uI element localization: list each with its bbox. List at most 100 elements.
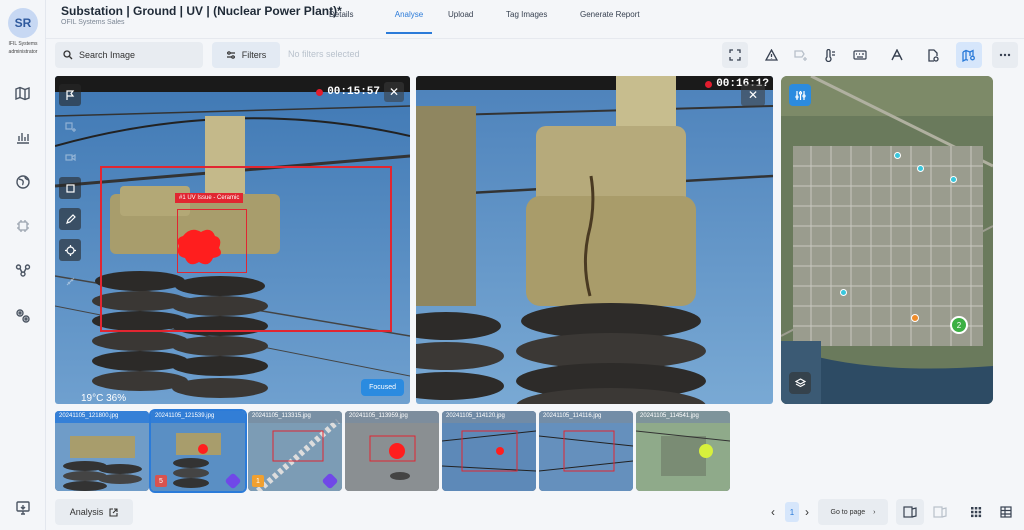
search-input[interactable]: Search Image — [55, 42, 203, 68]
thumbnail-selected[interactable]: 20241105_121539.jpg 5 — [149, 409, 247, 493]
compare-view-button[interactable] — [896, 499, 924, 525]
tool-rectangle-button[interactable] — [59, 177, 81, 199]
rectangle-icon — [65, 183, 75, 193]
single-view-button[interactable] — [926, 499, 954, 525]
adjust-icon — [794, 90, 806, 100]
go-to-page-button[interactable]: Go to page › — [818, 499, 888, 525]
thumbnail-image — [539, 411, 633, 491]
document-settings-icon — [928, 48, 939, 62]
site-map[interactable]: 2 — [781, 76, 993, 404]
thumbnail[interactable]: 20241105_114116.jpg — [539, 411, 633, 491]
thumbnail[interactable]: 20241105_113315.jpg 1 — [248, 411, 342, 491]
map-layers-button[interactable] — [789, 372, 811, 394]
chevron-right-icon: › — [873, 508, 876, 516]
tab-upload[interactable]: Upload — [448, 10, 473, 34]
fullscreen-button[interactable] — [722, 42, 748, 68]
left-image-viewer[interactable]: #1 UV Issue - Ceramic 00:15:57 ✕ Focused… — [55, 76, 410, 404]
thumbnail-name: 20241105_114120.jpg — [442, 411, 536, 423]
expand-icon — [729, 49, 741, 61]
weather-readout: 19°C 36% — [81, 393, 127, 404]
map-view-button[interactable] — [956, 42, 982, 68]
thumbnail[interactable]: 20241105_114541.jpg — [636, 411, 730, 491]
thumbnail[interactable]: 20241105_121800.jpg — [55, 411, 149, 491]
close-icon: ✕ — [747, 88, 759, 102]
external-link-icon — [109, 507, 118, 517]
document-button[interactable] — [920, 42, 946, 68]
next-page-button[interactable]: › — [805, 505, 809, 519]
map-marker[interactable] — [950, 176, 957, 183]
analysis-button[interactable]: Analysis — [55, 499, 133, 525]
org-name: IFIL Systems — [8, 41, 38, 47]
thumbnail[interactable]: 20241105_114120.jpg — [442, 411, 536, 491]
thermometer-icon — [825, 48, 835, 62]
page-subtitle: OFIL Systems Sales — [61, 19, 125, 26]
add-tag-icon — [794, 50, 807, 61]
settings-icon[interactable] — [13, 306, 33, 326]
grid-view-button[interactable] — [962, 499, 990, 525]
thumbnail-name: 20241105_121539.jpg — [151, 411, 245, 423]
tool-pencil-button[interactable] — [59, 208, 81, 230]
map-marker[interactable] — [840, 289, 847, 296]
right-image-viewer[interactable]: 00:16:1? ✕ — [416, 76, 773, 404]
tab-tag-images[interactable]: Tag Images — [506, 10, 547, 34]
add-tag-button[interactable] — [788, 42, 814, 68]
detection-box-focus[interactable] — [177, 209, 247, 273]
keyboard-icon — [853, 50, 867, 60]
table-view-button[interactable] — [992, 499, 1020, 525]
prev-page-button[interactable]: ‹ — [771, 505, 775, 519]
temperature-button[interactable] — [817, 42, 843, 68]
tab-generate-report[interactable]: Generate Report — [580, 10, 640, 34]
font-icon — [891, 49, 903, 61]
tool-measure-button[interactable] — [59, 270, 81, 292]
network-icon[interactable] — [13, 260, 33, 280]
more-icon — [999, 53, 1011, 57]
tool-add-button[interactable] — [59, 115, 81, 137]
pencil-icon — [65, 213, 76, 224]
user-org: IFIL Systems administrator — [2, 40, 44, 56]
annotation-label[interactable]: #1 UV Issue - Ceramic — [175, 193, 244, 203]
search-icon — [63, 50, 73, 60]
add-shape-icon — [64, 121, 76, 132]
split-map-icon — [903, 506, 917, 518]
thumbnail[interactable]: 20241105_113959.jpg — [345, 411, 439, 491]
measure-icon — [66, 277, 74, 285]
close-viewer-button[interactable]: ✕ — [384, 82, 404, 102]
close-icon: ✕ — [388, 85, 400, 99]
map-filter-button[interactable] — [789, 84, 811, 106]
thumbnail-image — [442, 411, 536, 491]
filters-button[interactable]: Filters — [212, 42, 280, 68]
thumbnail-name: 20241105_121800.jpg — [55, 411, 149, 423]
map-icon[interactable] — [13, 84, 33, 104]
map-view-icon — [933, 506, 947, 518]
globe-icon[interactable] — [13, 172, 33, 192]
monitor-icon[interactable] — [13, 498, 33, 518]
chip-icon[interactable] — [13, 216, 33, 236]
text-button[interactable] — [884, 42, 910, 68]
map-marker[interactable] — [917, 165, 924, 172]
filters-label: Filters — [241, 50, 267, 60]
more-button[interactable] — [992, 42, 1018, 68]
warning-button[interactable] — [758, 42, 784, 68]
warning-icon — [764, 49, 778, 61]
record-dot-icon — [705, 80, 713, 88]
current-page[interactable]: 1 — [785, 502, 799, 522]
keyboard-button[interactable] — [847, 42, 873, 68]
tool-video-button[interactable] — [59, 146, 81, 168]
focused-button[interactable]: Focused — [361, 379, 404, 396]
header-divider — [46, 38, 1024, 39]
grid-icon — [971, 507, 982, 518]
tool-flag-button[interactable] — [59, 84, 81, 106]
chart-icon[interactable] — [13, 127, 33, 147]
tab-details[interactable]: Details — [329, 10, 353, 34]
map-marker-selected[interactable] — [911, 314, 919, 322]
map-cluster-marker[interactable]: 2 — [950, 316, 968, 334]
thumbnail-name: 20241105_113959.jpg — [345, 411, 439, 423]
annotation-toolbar — [59, 84, 85, 301]
tool-target-button[interactable] — [59, 239, 81, 261]
close-right-viewer-button[interactable]: ✕ — [741, 84, 765, 106]
avatar[interactable]: SR — [8, 8, 38, 38]
video-icon — [64, 153, 76, 161]
analysis-label: Analysis — [69, 507, 104, 517]
map-marker[interactable] — [894, 152, 901, 159]
tab-analyse[interactable]: Analyse — [386, 10, 432, 34]
